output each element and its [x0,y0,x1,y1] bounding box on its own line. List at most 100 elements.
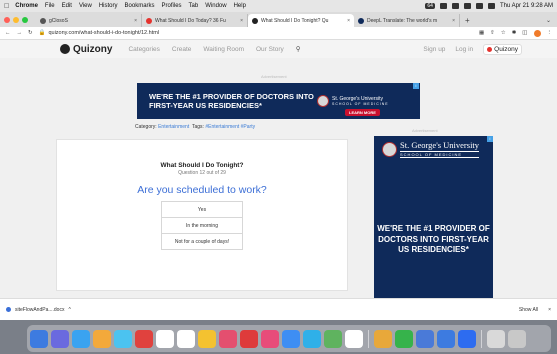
ad-choices-icon[interactable]: i [413,83,419,89]
dock-app-icon[interactable] [261,329,279,348]
dock-app-icon[interactable] [156,329,174,348]
tab-2[interactable]: What Should I Do Today? 36 Fu × [142,14,248,27]
reload-icon[interactable]: ↻ [28,30,33,36]
tab-close-icon[interactable]: × [452,18,455,24]
tab-1[interactable]: gClosoS × [36,14,142,27]
address-url[interactable]: quizony.com/what-should-i-do-tonight/12.… [48,30,159,36]
menu-profiles[interactable]: Profiles [162,3,182,9]
signup-link[interactable]: Sign up [423,46,445,53]
user-badge[interactable]: Quizony [483,43,522,55]
dock-separator [368,329,369,348]
nav-waiting-room[interactable]: Waiting Room [203,46,244,53]
menu-file[interactable]: File [45,3,55,9]
spotlight-icon[interactable] [475,3,483,9]
sidepanel-icon[interactable]: ◫ [522,30,527,36]
menu-clock[interactable]: Thu Apr 21 9:28 AM [500,3,553,9]
close-window-button[interactable] [4,16,10,23]
quiz-card: What Should I Do Tonight? Question 12 ou… [56,139,348,291]
category-link[interactable]: Entertainment [158,124,189,130]
nav-create[interactable]: Create [172,46,192,53]
side-ad-text: WE'RE THE #1 PROVIDER OF DOCTORS INTO FI… [377,224,490,254]
download-bar-close-icon[interactable]: × [548,307,551,313]
quiz-question: Are you scheduled to work? [137,184,267,196]
login-link[interactable]: Log in [455,46,473,53]
nav-categories[interactable]: Categories [128,46,159,53]
dock-app-icon[interactable] [374,329,392,348]
dock-app-icon[interactable] [437,329,455,348]
download-chevron-icon[interactable]: ^ [68,307,70,313]
dock-app-icon[interactable] [303,329,321,348]
dock-app-icon[interactable] [240,329,258,348]
dock-app-icon[interactable] [282,329,300,348]
new-tab-button[interactable]: + [465,16,470,25]
tab-search-chevron-icon[interactable]: ⌄ [546,17,551,24]
minimize-window-button[interactable] [13,16,19,23]
bookmark-star-icon[interactable]: ☆ [501,30,506,36]
dock-app-icon[interactable] [135,329,153,348]
site-navbar: Quizony Categories Create Waiting Room O… [0,40,557,58]
tab-4[interactable]: DeepL Translate: The world's m × [354,14,460,27]
dock-app-icon[interactable] [324,329,342,348]
zoom-window-button[interactable] [22,16,28,23]
category-line: Category: Entertainment Tags: #Entertain… [135,124,255,130]
search-icon[interactable]: ⚲ [296,45,301,53]
menu-app-name[interactable]: Chrome [15,3,38,9]
tab-close-icon[interactable]: × [134,18,137,24]
top-banner-ad[interactable]: WE'RE THE #1 PROVIDER OF DOCTORS INTO FI… [137,83,420,119]
tab-close-icon[interactable]: × [240,18,243,24]
menu-window[interactable]: Window [205,3,226,9]
learn-more-button[interactable]: LEARN MORE [345,109,380,116]
battery-indicator[interactable]: 64 [425,3,435,9]
answer-option[interactable]: In the morning [161,217,243,234]
apple-menu-icon[interactable]:  [4,3,9,10]
dock-app-icon[interactable] [487,329,505,348]
menu-edit[interactable]: Edit [62,3,72,9]
forward-arrow-icon[interactable]: → [17,30,23,36]
siri-icon[interactable] [487,3,495,9]
menu-tab[interactable]: Tab [189,3,199,9]
back-arrow-icon[interactable]: ← [5,30,11,36]
dock-app-icon[interactable] [72,329,90,348]
menu-bookmarks[interactable]: Bookmarks [125,3,155,9]
dock-app-icon[interactable] [345,329,363,348]
bluetooth-icon[interactable] [451,3,459,9]
dock-app-icon[interactable] [93,329,111,348]
dock-app-icon[interactable] [508,329,526,348]
dock-app-icon[interactable] [219,329,237,348]
tags-links[interactable]: #Entertainment #Party [205,124,255,130]
menu-history[interactable]: History [99,3,118,9]
show-all-button[interactable]: Show All [519,307,538,313]
kebab-menu-icon[interactable]: ⋮ [547,30,553,36]
extensions-puzzle-icon[interactable]: ✱ [512,30,517,36]
web-page: Quizony Categories Create Waiting Room O… [0,40,557,298]
nav-our-story[interactable]: Our Story [256,46,284,53]
dock-app-icon[interactable] [114,329,132,348]
category-label: Category: [135,124,157,130]
dock-app-icon[interactable] [416,329,434,348]
side-ad[interactable]: St. George's University SCHOOL OF MEDICI… [374,136,493,298]
dock-app-icon[interactable] [458,329,476,348]
university-seal-icon [317,95,329,107]
address-bar[interactable]: 🔒 quizony.com/what-should-i-do-tonight/1… [39,30,473,36]
control-center-icon[interactable] [439,3,447,9]
dock-app-icon[interactable] [177,329,195,348]
share-icon[interactable]: ⇧ [490,30,495,36]
menu-view[interactable]: View [79,3,92,9]
wifi-icon[interactable] [463,3,471,9]
dock-app-icon[interactable] [30,329,48,348]
tab-close-icon[interactable]: × [347,18,350,24]
dock-app-icon[interactable] [198,329,216,348]
answer-option[interactable]: Not for a couple of days! [161,233,243,250]
download-file-name[interactable]: siteFlowAndPa....docx [15,307,64,313]
menu-help[interactable]: Help [234,3,246,9]
tab-favicon-icon [252,17,258,24]
translate-icon[interactable]: ▦ [479,30,484,36]
dock-app-icon[interactable] [51,329,69,348]
dock-separator [481,329,482,348]
dock-app-icon[interactable] [395,329,413,348]
answer-option[interactable]: Yes [161,201,243,218]
ad-choices-icon[interactable]: i [487,136,493,142]
profile-avatar[interactable] [533,29,541,37]
site-logo[interactable]: Quizony [60,44,112,55]
tab-3-active[interactable]: What Should I Do Tonight? Qu × [248,14,354,27]
